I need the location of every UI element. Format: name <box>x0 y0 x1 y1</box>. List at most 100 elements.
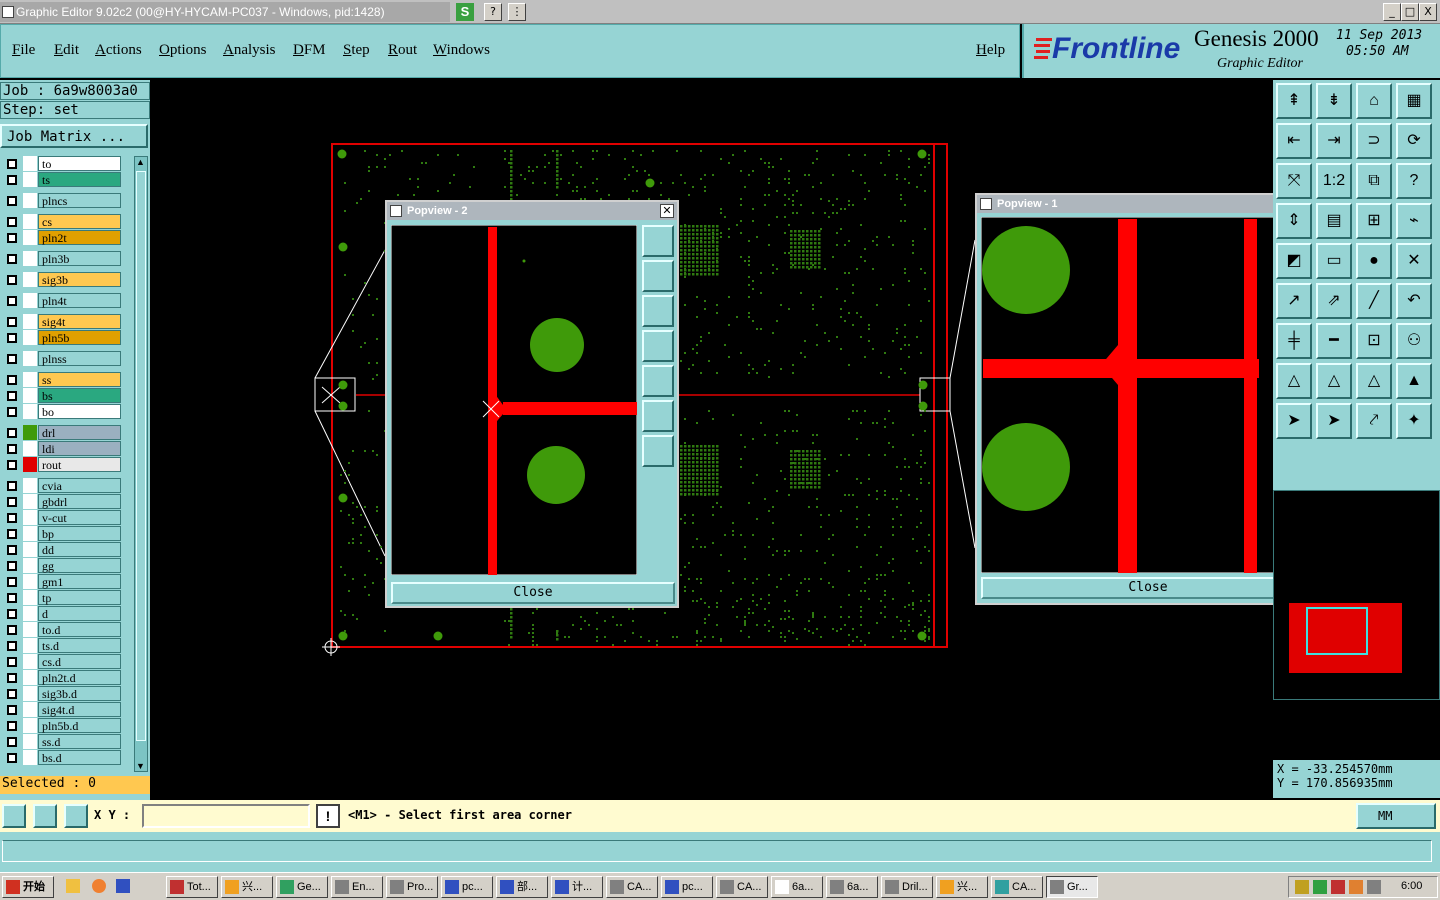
origin-marker <box>322 638 340 656</box>
taskbar-task-label: Ge... <box>297 881 321 893</box>
taskbar-task-label: Tot... <box>187 881 211 893</box>
taskbar-task-10[interactable]: CA... <box>716 876 768 898</box>
popview-1-close-button[interactable]: Close <box>981 577 1315 599</box>
taskbar-task-6[interactable]: 部... <box>496 876 548 898</box>
draw-line-icon[interactable]: ╪ <box>1276 323 1312 359</box>
taskbar-task-9[interactable]: pc... <box>661 876 713 898</box>
quicklaunch-icon-2[interactable] <box>92 879 106 893</box>
select-area-icon[interactable]: ↗ <box>1276 283 1312 319</box>
fiducial-pad <box>338 401 348 411</box>
taskbar-task-1[interactable]: 兴... <box>221 876 273 898</box>
taskbar-task-8[interactable]: CA... <box>606 876 658 898</box>
drag-icon[interactable]: ✦ <box>1396 403 1432 439</box>
zoom-fit-icon[interactable]: ⇟ <box>1316 83 1352 119</box>
alert-icon[interactable]: ! <box>316 804 340 828</box>
split-icon[interactable]: △ <box>1276 363 1312 399</box>
overview-map[interactable] <box>1273 490 1440 700</box>
taskbar-app-icon <box>445 880 459 894</box>
move-icon[interactable]: ▲ <box>1396 363 1432 399</box>
measure-icon[interactable]: ● <box>1356 243 1392 279</box>
snap-icon[interactable]: ⊞ <box>1356 203 1392 239</box>
taskbar-task-12[interactable]: 6a... <box>826 876 878 898</box>
popview-1-window: Popview - 1 ✕ Close <box>975 193 1319 605</box>
taskbar-task-15[interactable]: CA... <box>991 876 1043 898</box>
start-button[interactable]: 开始 <box>2 876 54 898</box>
taskbar-task-11[interactable]: 6a... <box>771 876 823 898</box>
taskbar-task-14[interactable]: 兴... <box>936 876 988 898</box>
taskbar-task-label: 6a... <box>792 881 814 893</box>
taskbar-task-0[interactable]: Tot... <box>166 876 218 898</box>
tray-icon-4[interactable] <box>1349 880 1363 894</box>
snap-icon[interactable] <box>2 804 26 828</box>
color-icon[interactable]: ◩ <box>1276 243 1312 279</box>
cursor-icon[interactable]: ✕ <box>1396 243 1432 279</box>
taskbar-task-label: 计... <box>572 881 593 893</box>
align-icon[interactable]: ⚇ <box>1396 323 1432 359</box>
home-icon[interactable]: ⇞ <box>1276 83 1312 119</box>
tray-icon-5[interactable] <box>1367 880 1381 894</box>
zoom-fit-all-icon[interactable]: ⤧ <box>1276 163 1312 199</box>
redraw-icon[interactable]: ⟳ <box>1396 123 1432 159</box>
overview-viewport[interactable] <box>1306 607 1368 655</box>
fiducial-pad <box>337 149 347 159</box>
measure-icon[interactable] <box>33 804 57 828</box>
fiducial-pad <box>645 178 655 188</box>
fit-screen-icon[interactable]: ⧉ <box>1356 163 1392 199</box>
zoom-window-icon[interactable]: ▦ <box>1396 83 1432 119</box>
taskbar-task-13[interactable]: Dril... <box>881 876 933 898</box>
zoom-area-icon[interactable]: △ <box>1316 363 1352 399</box>
message-bar <box>0 832 1440 872</box>
grid-icon[interactable]: ▤ <box>1316 203 1352 239</box>
tray-icon-3[interactable] <box>1331 880 1345 894</box>
xy-input[interactable] <box>142 804 310 828</box>
tray-icon-2[interactable] <box>1313 880 1327 894</box>
arc-icon[interactable]: ━ <box>1316 323 1352 359</box>
taskbar-app-icon <box>720 880 734 894</box>
taskbar-task-16[interactable]: Gr... <box>1046 876 1098 898</box>
pv2-zoom-out-icon[interactable] <box>642 435 674 467</box>
pan-left-icon[interactable]: ⇤ <box>1276 123 1312 159</box>
taskbar-task-2[interactable]: Ge... <box>276 876 328 898</box>
step-up-icon[interactable]: ⇕ <box>1276 203 1312 239</box>
net-icon[interactable]: ⇗ <box>1316 283 1352 319</box>
mirror-icon[interactable]: ⊃ <box>1356 123 1392 159</box>
zoom-ratio-icon[interactable]: 1:2 <box>1316 163 1352 199</box>
connect-icon[interactable]: ↶ <box>1396 283 1432 319</box>
tray-icon-1[interactable] <box>1295 880 1309 894</box>
pv2-zoom-in-icon[interactable] <box>642 400 674 432</box>
taskbar-task-label: CA... <box>627 881 652 893</box>
help-icon[interactable]: ? <box>1396 163 1432 199</box>
pv2-zoom-icon[interactable] <box>642 225 674 257</box>
pv2-pan-right-icon[interactable] <box>642 365 674 397</box>
taskbar-app-icon <box>555 880 569 894</box>
delete-icon[interactable]: △ <box>1356 363 1392 399</box>
quicklaunch-icon-1[interactable] <box>66 879 80 893</box>
pan-right-icon[interactable]: ⇥ <box>1316 123 1352 159</box>
pv2-pan-up-icon[interactable] <box>642 260 674 292</box>
taskbar-task-3[interactable]: En... <box>331 876 383 898</box>
zoom-link-left-bottom <box>314 410 386 557</box>
taskbar-task-5[interactable]: pc... <box>441 876 493 898</box>
fiducial-pad <box>338 380 348 390</box>
popview-2-close-button[interactable]: Close <box>391 582 675 604</box>
pad-icon[interactable]: ╱ <box>1356 283 1392 319</box>
pv2-pan-left-icon[interactable] <box>642 330 674 362</box>
zoom-home-icon[interactable]: ⌂ <box>1356 83 1392 119</box>
quicklaunch-icon-3[interactable] <box>116 879 130 893</box>
copy-icon[interactable]: ➤ <box>1276 403 1312 439</box>
popview-2-close-icon[interactable]: ✕ <box>660 204 674 218</box>
zoom-link-right-top <box>949 239 976 379</box>
windows-icon <box>6 880 20 894</box>
taskbar-task-7[interactable]: 计... <box>551 876 603 898</box>
ruler-icon[interactable]: ▭ <box>1316 243 1352 279</box>
taskbar-task-4[interactable]: Pro... <box>386 876 438 898</box>
route-icon[interactable]: ⌁ <box>1396 203 1432 239</box>
pv2-pan-down-icon[interactable] <box>642 295 674 327</box>
analyze-icon[interactable]: ⊡ <box>1356 323 1392 359</box>
select-icon[interactable]: ⤤ <box>1356 403 1392 439</box>
grid-icon[interactable] <box>64 804 88 828</box>
units-dropdown[interactable]: MM <box>1356 803 1436 829</box>
trace-vertical-a <box>1118 219 1137 573</box>
taskbar-task-label: 6a... <box>847 881 869 893</box>
pointer-icon[interactable]: ➤ <box>1316 403 1352 439</box>
